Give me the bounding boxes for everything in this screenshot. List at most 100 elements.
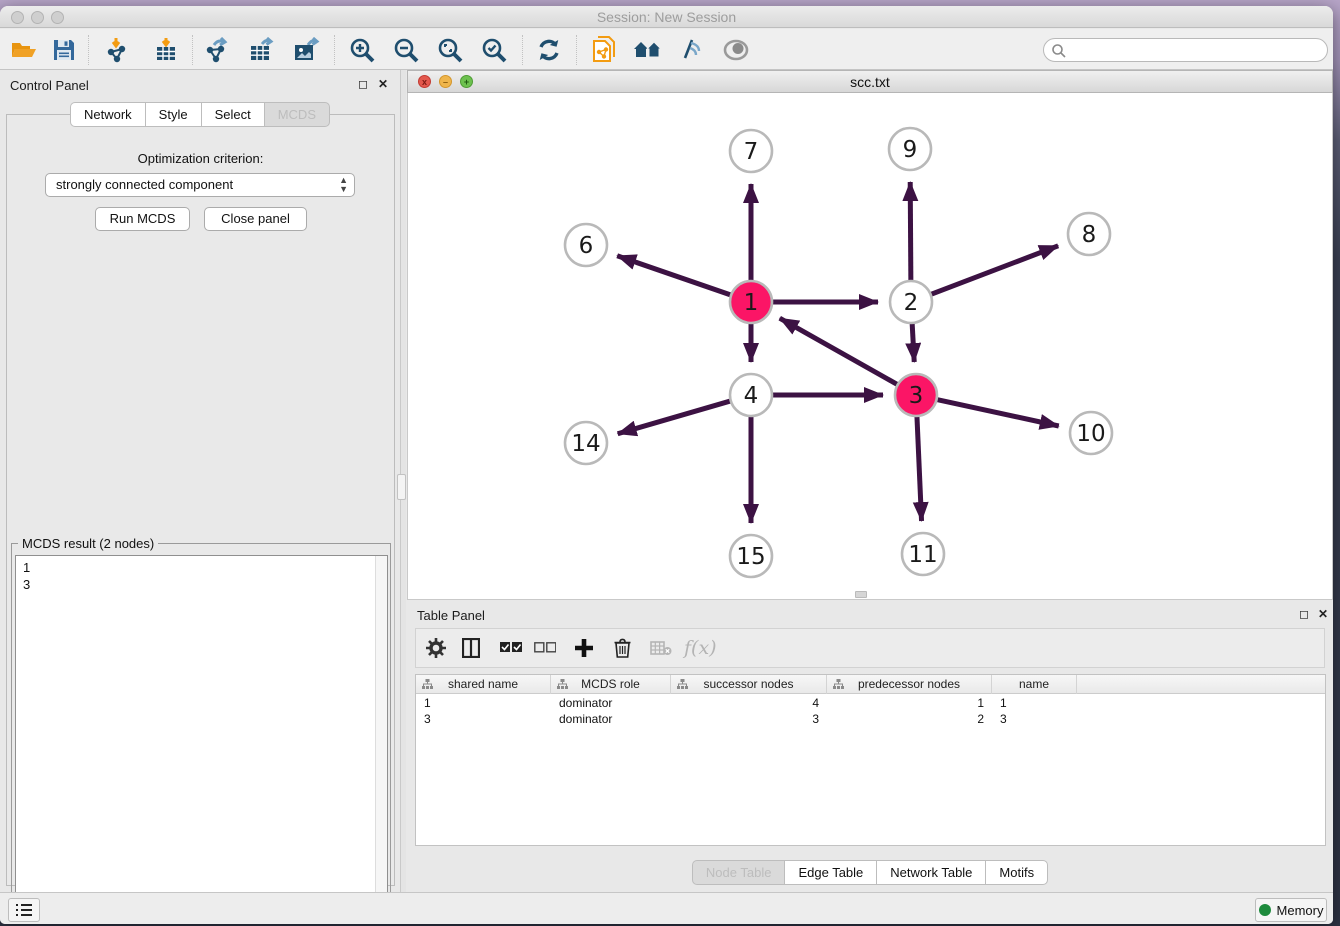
canvas-bottom-grip[interactable] [855,591,867,598]
column-type-icon [422,679,433,690]
close-panel-button[interactable]: Close panel [204,207,307,231]
tab-select[interactable]: Select [201,102,264,127]
zoom-fit-button[interactable] [432,34,468,66]
columns-icon [462,638,480,658]
zoom-selected-button[interactable] [476,34,512,66]
network-canvas-svg: 1234678910111415 [408,93,1332,598]
mcds-panel: Optimization criterion: strongly connect… [6,114,395,886]
export-table-icon [248,37,276,63]
table-cell[interactable]: dominator [551,711,671,727]
tab-network[interactable]: Network [70,102,145,127]
export-image-button[interactable] [288,34,324,66]
function-builder-button[interactable]: f(x) [684,633,717,663]
run-mcds-button[interactable]: Run MCDS [95,207,190,231]
control-panel-float-icon[interactable]: ◻ [358,77,374,91]
delete-button[interactable] [614,633,631,663]
optimization-criterion-select[interactable]: strongly connected component ▲▼ [45,173,355,197]
memory-button[interactable]: Memory [1255,898,1327,922]
table-cell[interactable]: 1 [992,695,1077,711]
network-file-button[interactable] [586,34,622,66]
tab-edge-table[interactable]: Edge Table [784,860,876,885]
table-row[interactable]: 3dominator323 [416,711,1325,727]
mcds-result-list[interactable]: 13 [15,555,388,923]
export-image-icon [292,37,320,63]
export-network-button[interactable] [200,34,236,66]
edge-3-1[interactable] [780,318,900,385]
open-session-button[interactable] [6,34,42,66]
column-header-successor-nodes[interactable]: successor nodes [671,675,827,694]
eye-icon [723,39,749,61]
column-type-icon [833,679,844,690]
table-cell[interactable]: 1 [827,695,992,711]
table-cell[interactable]: dominator [551,695,671,711]
birds-eye-button[interactable] [718,34,754,66]
node-table[interactable]: shared nameMCDS rolesuccessor nodesprede… [415,674,1326,846]
edge-2-8[interactable] [929,246,1058,295]
node-label-10: 10 [1076,421,1105,447]
table-panel-float-icon[interactable]: ◻ [1299,607,1315,621]
zoom-fit-icon [437,37,463,63]
control-panel-close-icon[interactable]: ✕ [378,77,394,91]
curves-icon [679,38,705,62]
edge-3-11[interactable] [917,414,922,521]
table-cell[interactable]: 3 [671,711,827,727]
search-input[interactable] [1043,38,1328,62]
task-history-button[interactable] [8,898,40,922]
refresh-button[interactable] [531,34,567,66]
export-table-button[interactable] [244,34,280,66]
add-row-button[interactable] [574,633,594,663]
tab-style[interactable]: Style [145,102,201,127]
control-panel: Control Panel ◻ ✕ NetworkStyleSelectMCDS… [0,70,400,892]
tab-node-table[interactable]: Node Table [692,860,785,885]
select-all-button[interactable] [500,633,522,663]
edge-4-14[interactable] [618,400,733,433]
table-row[interactable]: 1dominator411 [416,695,1325,711]
select-stepper-icon: ▲▼ [339,176,348,194]
table-panel-close-icon[interactable]: ✕ [1318,607,1333,621]
show-columns-button[interactable] [462,633,480,663]
tab-mcds[interactable]: MCDS [264,102,330,127]
tab-network-table[interactable]: Network Table [876,860,985,885]
search-icon [1051,43,1067,59]
table-panel: Table Panel ◻ ✕ [407,600,1333,892]
table-settings-button[interactable] [426,633,446,663]
save-session-button[interactable] [46,34,82,66]
edge-2-3[interactable] [912,321,914,362]
node-label-11: 11 [908,542,937,568]
graphics-detail-button[interactable] [674,34,710,66]
table-cell[interactable]: 4 [671,695,827,711]
column-header-MCDS-role[interactable]: MCDS role [551,675,671,694]
column-header-name[interactable]: name [992,675,1077,694]
panel-splitter[interactable] [400,70,406,892]
table-toolbar: f(x) [415,628,1325,668]
memory-label: Memory [1277,903,1324,918]
table-cell[interactable]: 3 [992,711,1077,727]
table-cell[interactable]: 2 [827,711,992,727]
column-header-predecessor-nodes[interactable]: predecessor nodes [827,675,992,694]
edge-1-6[interactable] [617,256,733,296]
splitter-grip[interactable] [397,474,406,500]
node-table-header: shared nameMCDS rolesuccessor nodesprede… [416,675,1325,694]
window-title: Session: New Session [0,9,1333,25]
deselect-all-button[interactable] [534,633,556,663]
mcds-result-item[interactable]: 3 [23,576,387,593]
network-canvas[interactable]: 1234678910111415 [407,93,1333,600]
mcds-result-item[interactable]: 1 [23,559,387,576]
column-header-shared-name[interactable]: shared name [416,675,551,694]
zoom-selected-icon [481,37,507,63]
home-button[interactable] [630,34,666,66]
table-cell[interactable]: 3 [416,711,551,727]
edge-3-10[interactable] [935,399,1059,426]
edge-2-9[interactable] [910,182,911,283]
delete-column-button[interactable] [650,633,672,663]
import-network-button[interactable] [100,34,136,66]
network-window-title: scc.txt [408,74,1332,90]
zoom-in-button[interactable] [344,34,380,66]
table-cell[interactable]: 1 [416,695,551,711]
import-table-button[interactable] [148,34,184,66]
zoom-out-button[interactable] [388,34,424,66]
mcds-result-scrollbar[interactable] [375,556,387,922]
network-window-titlebar[interactable]: x – + scc.txt [407,70,1333,93]
tab-motifs[interactable]: Motifs [985,860,1048,885]
optimization-criterion-label: Optimization criterion: [7,151,394,166]
